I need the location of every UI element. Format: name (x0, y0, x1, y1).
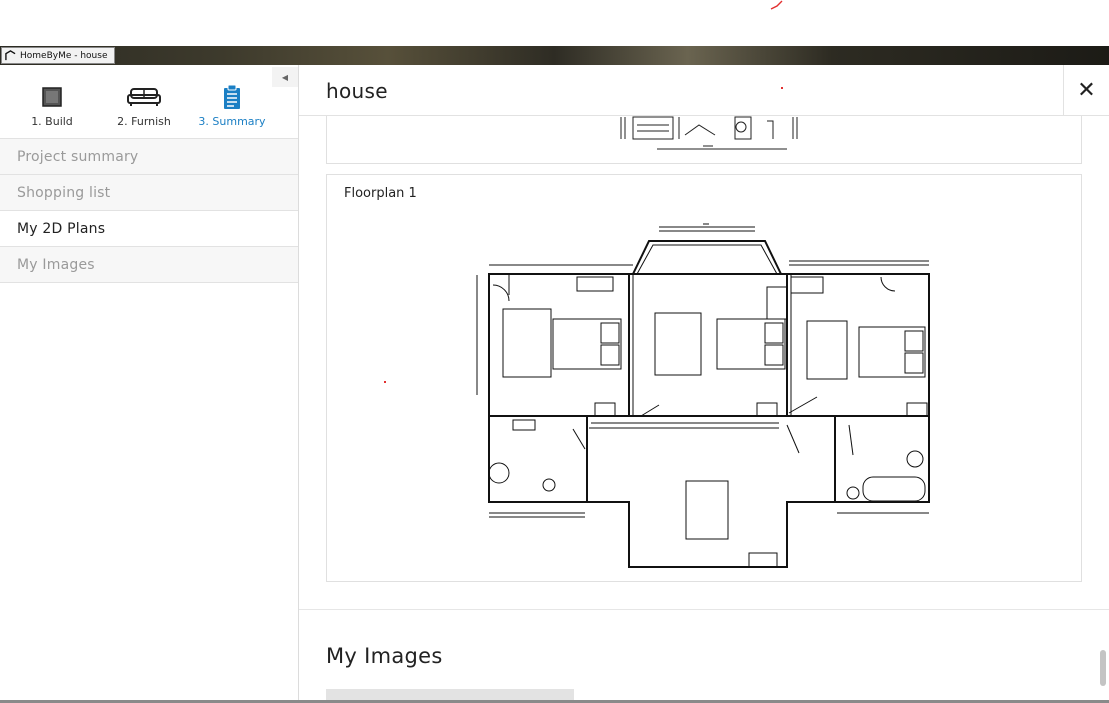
step-furnish[interactable]: 2. Furnish (114, 85, 174, 138)
floorplan-label: Floorplan 1 (344, 186, 417, 201)
step-build[interactable]: 1. Build (22, 85, 82, 138)
page-title: house (326, 79, 388, 103)
menu-item-label: Project summary (17, 148, 139, 165)
square-icon (42, 87, 62, 107)
menu-item-label: Shopping list (17, 184, 111, 201)
main-header: house ✕ (299, 65, 1109, 116)
images-section-title: My Images (326, 644, 443, 668)
floorplan-card[interactable]: Floorplan 1 (326, 174, 1082, 582)
collapse-panel-button[interactable]: ◀ (272, 67, 298, 87)
menu-item-my-2d-plans[interactable]: My 2D Plans (0, 211, 298, 247)
scrollbar-thumb[interactable] (1100, 650, 1106, 686)
main-content: house ✕ Floorplan 1 My Images (299, 65, 1109, 703)
step-summary-label: 3. Summary (198, 115, 266, 128)
menu-item-shopping-list[interactable]: Shopping list (0, 175, 298, 211)
red-annotation-mark (770, 0, 783, 10)
floorplan-preview-fragment (620, 116, 798, 150)
menu-item-label: My Images (17, 256, 95, 273)
menu-item-my-images[interactable]: My Images (0, 247, 298, 283)
clipboard-icon (224, 84, 240, 109)
triangle-left-icon: ◀ (281, 72, 289, 82)
window-titlebar[interactable]: HomeByMe - house (0, 46, 1109, 65)
floorplan-drawing (476, 223, 930, 568)
desktop-background (0, 0, 1109, 46)
step-build-label: 1. Build (31, 115, 73, 128)
app-title-tab[interactable]: HomeByMe - house (1, 47, 115, 64)
home-icon (5, 50, 16, 61)
red-annotation-dot (384, 381, 386, 383)
sofa-icon (127, 88, 161, 106)
workflow-steps: 1. Build 2. Furnish 3. Summary (0, 65, 298, 139)
red-annotation-dot (781, 87, 783, 89)
close-button[interactable]: ✕ (1063, 65, 1109, 115)
section-divider (299, 609, 1109, 610)
menu-item-project-summary[interactable]: Project summary (0, 139, 298, 175)
step-summary[interactable]: 3. Summary (198, 84, 266, 138)
menu-item-label: My 2D Plans (17, 220, 106, 237)
close-icon: ✕ (1077, 77, 1096, 103)
previous-floorplan-card[interactable] (326, 115, 1082, 164)
step-furnish-label: 2. Furnish (117, 115, 171, 128)
window-title: HomeByMe - house (20, 50, 108, 61)
left-panel: ◀ 1. Build 2. Furnish 3. Summary Project… (0, 65, 299, 703)
